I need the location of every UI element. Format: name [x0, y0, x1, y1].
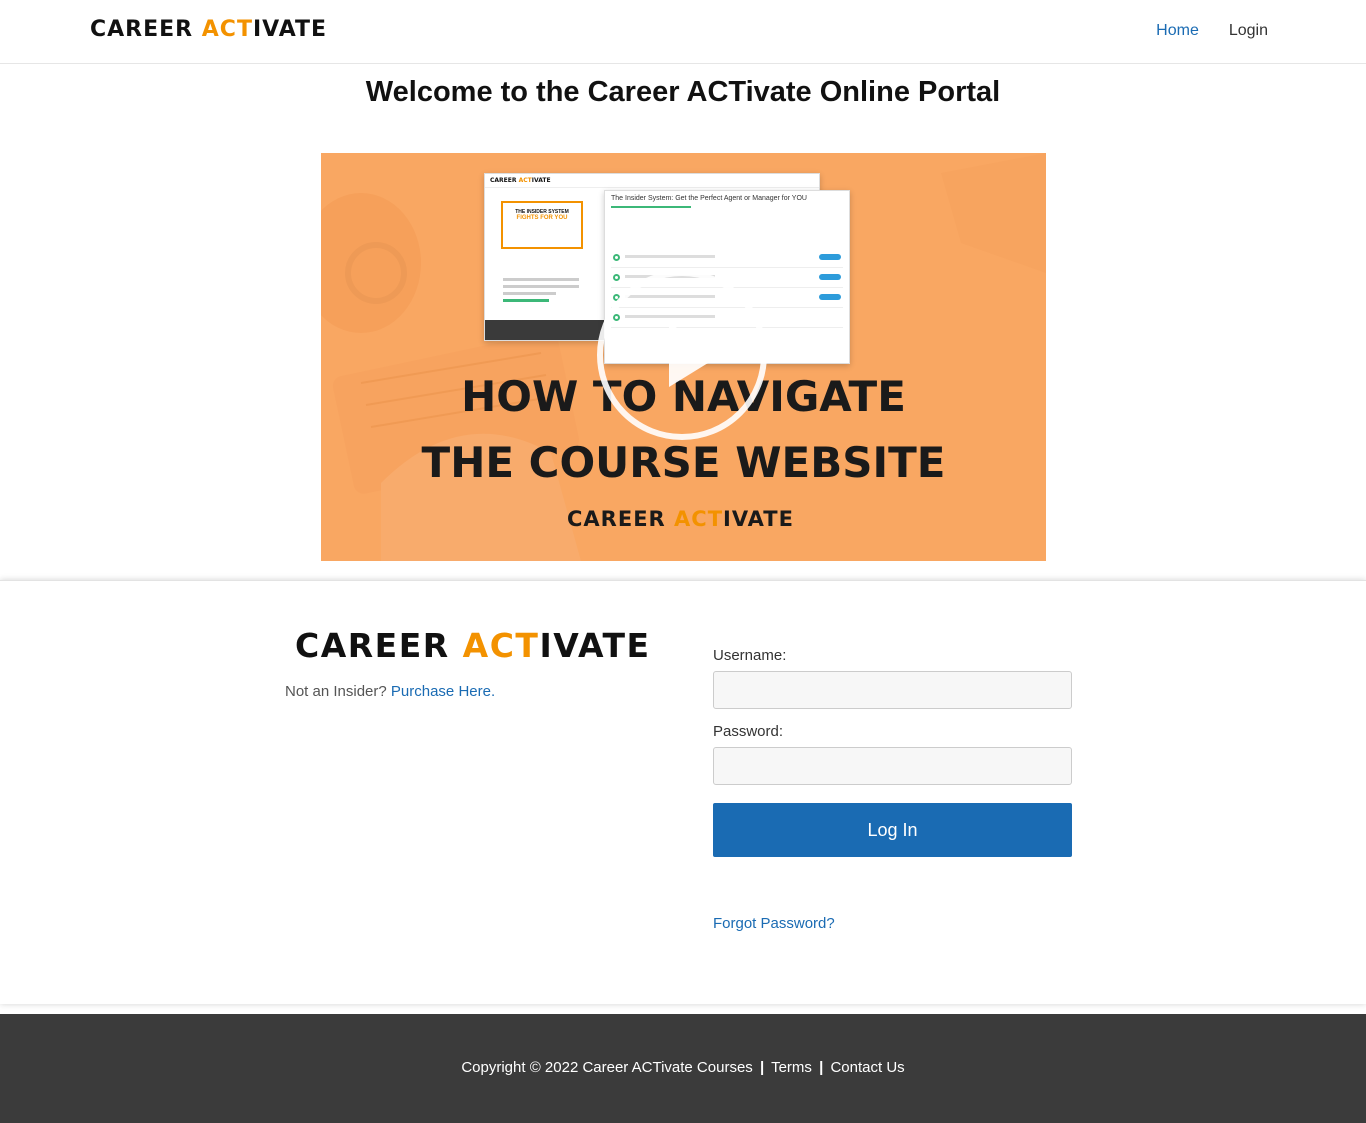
screenshot-header: CAREER ACTIVATE	[485, 174, 819, 188]
login-button[interactable]: Log In	[713, 803, 1072, 857]
insider-text: Not an Insider?	[285, 683, 387, 700]
contact-us-link[interactable]: Contact Us	[830, 1059, 904, 1076]
password-label: Password:	[713, 723, 784, 740]
video-brand-logo: CAREER ACTIVATE	[321, 507, 1040, 531]
site-footer: Copyright © 2022 Career ACTivate Courses…	[0, 1014, 1366, 1123]
footer-separator: |	[819, 1059, 824, 1076]
site-header: CAREER ACTIVATE Home Login	[0, 0, 1366, 64]
screenshot-lesson-row	[611, 248, 843, 268]
password-input[interactable]	[713, 747, 1072, 785]
brand-text-part2: IVATE	[723, 507, 794, 531]
footer-text: Copyright © 2022 Career ACTivate Courses…	[0, 1059, 1366, 1076]
video-player[interactable]: CAREER ACTIVATE THE INSIDER SYSTEM FIGHT…	[321, 153, 1046, 561]
panel-logo-part1: CAREER	[295, 626, 463, 665]
nav-login-link[interactable]: Login	[1229, 22, 1268, 40]
login-panel: CAREER ACTIVATE Not an Insider? Purchase…	[0, 580, 1366, 1004]
play-triangle	[669, 323, 721, 387]
course-card-subtitle: FIGHTS FOR YOU	[516, 215, 568, 221]
page-title: Welcome to the Career ACTivate Online Po…	[365, 76, 1001, 108]
site-logo[interactable]: CAREER ACTIVATE	[90, 17, 327, 42]
play-icon[interactable]	[597, 270, 767, 440]
copyright-text: Copyright © 2022 Career ACTivate Courses	[461, 1059, 753, 1076]
panel-logo-part2: IVATE	[539, 626, 651, 665]
panel-logo-accent: ACT	[462, 626, 540, 665]
brand-text-accent: ACT	[674, 507, 724, 531]
login-form: Username: Password: Log In	[713, 647, 1072, 857]
username-input[interactable]	[713, 671, 1072, 709]
footer-separator: |	[759, 1059, 765, 1076]
insider-prompt: Not an Insider? Purchase Here.	[285, 683, 495, 700]
video-headline-line2: THE COURSE WEBSITE	[421, 438, 946, 487]
screenshot-course-title: The Insider System: Get the Perfect Agen…	[611, 195, 807, 202]
terms-link[interactable]: Terms	[771, 1059, 812, 1076]
brand-text-part1: CAREER	[567, 507, 675, 531]
purchase-link[interactable]: Purchase Here.	[391, 683, 495, 700]
username-label: Username:	[713, 647, 787, 664]
logo-text-part2: IVATE	[252, 17, 328, 42]
main-nav: Home Login	[1156, 22, 1268, 40]
course-card-details	[503, 278, 579, 306]
nav-home-link[interactable]: Home	[1156, 22, 1199, 40]
panel-logo: CAREER ACTIVATE	[295, 626, 651, 665]
logo-text-accent: ACT	[201, 17, 253, 42]
forgot-password-link[interactable]: Forgot Password?	[713, 915, 835, 932]
course-card: THE INSIDER SYSTEM FIGHTS FOR YOU	[501, 201, 583, 249]
logo-text-part1: CAREER	[90, 17, 202, 42]
